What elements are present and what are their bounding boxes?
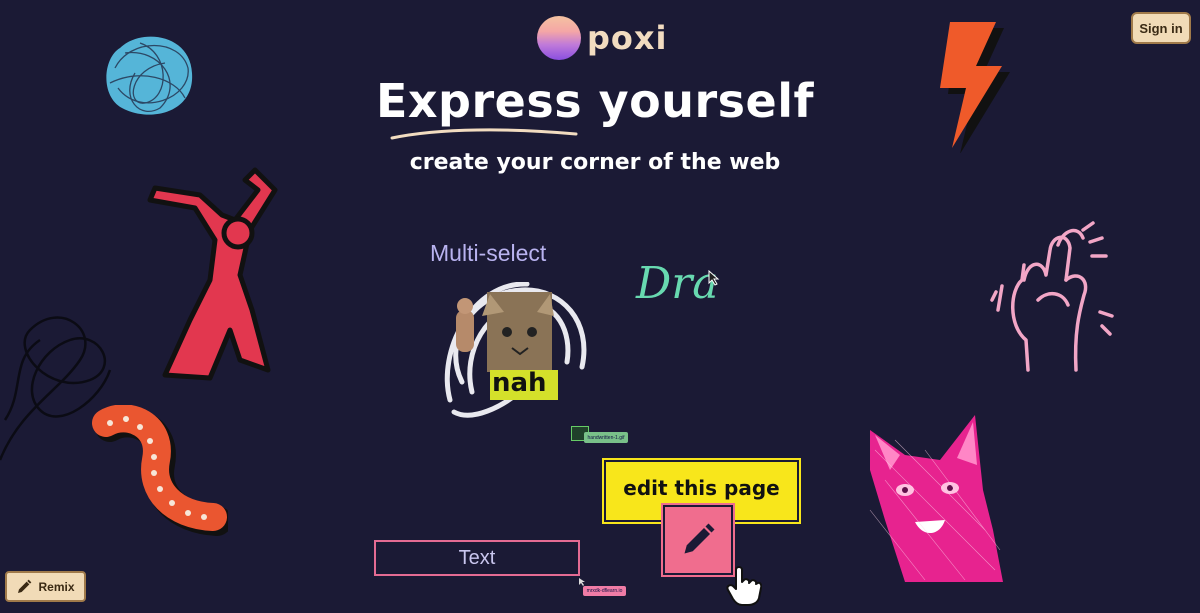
hand-pointer-icon <box>726 566 762 606</box>
blue-scribble-sticker[interactable] <box>100 28 200 123</box>
headline-underline-scribble <box>390 128 578 140</box>
brand-name: poxi <box>587 19 668 57</box>
signin-button[interactable]: Sign in <box>1131 12 1191 44</box>
logo-orb-icon <box>537 16 581 60</box>
remix-label: Remix <box>38 579 75 594</box>
sticker-caption-nah: nah <box>492 368 547 398</box>
lightning-bolt-sticker[interactable] <box>920 18 1010 153</box>
cat-nah-collage-sticker[interactable] <box>442 282 592 422</box>
headline-word-express: Express <box>375 74 583 128</box>
cursor-arrow-icon <box>708 270 720 286</box>
headline-word-yourself: yourself <box>598 74 815 128</box>
file-tag-green[interactable]: handwritten-1.gif <box>584 432 628 443</box>
fingers-crossed-hand-sticker[interactable] <box>988 220 1118 375</box>
multiselect-label: Multi-select <box>430 240 547 266</box>
dancing-figure-sticker[interactable] <box>140 160 285 385</box>
orange-worm-sticker[interactable] <box>88 405 228 540</box>
draw-tool-sample-text[interactable]: Dra <box>636 258 719 309</box>
edit-pencil-button[interactable] <box>661 503 735 577</box>
pink-cat-sticker[interactable] <box>865 410 1005 588</box>
pencil-icon <box>684 523 715 554</box>
brand-logo[interactable]: poxi <box>537 16 668 60</box>
file-tag-pink[interactable]: mrxdk-dflearn.io <box>583 586 626 596</box>
pencil-icon <box>18 579 32 593</box>
text-element-box[interactable]: Text <box>374 540 580 576</box>
remix-button[interactable]: Remix <box>5 571 86 602</box>
